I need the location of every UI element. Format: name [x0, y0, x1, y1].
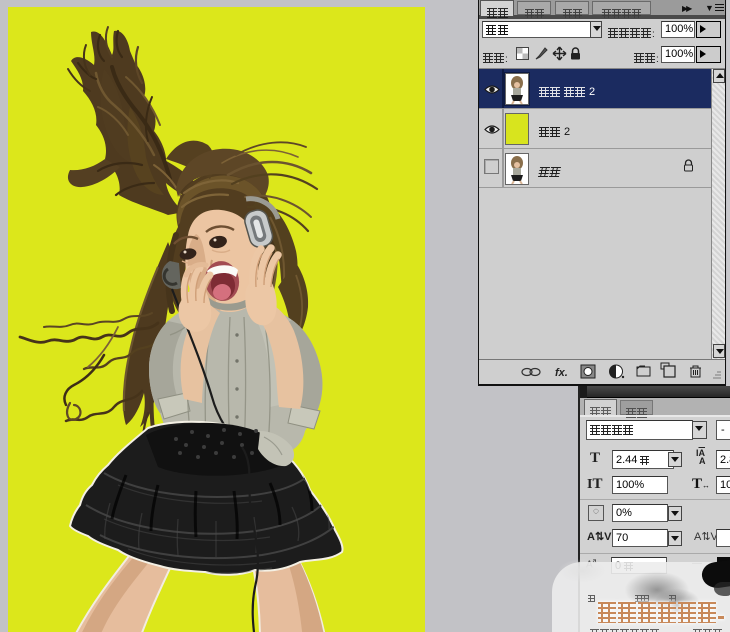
svg-text:fx.: fx.: [555, 367, 568, 379]
